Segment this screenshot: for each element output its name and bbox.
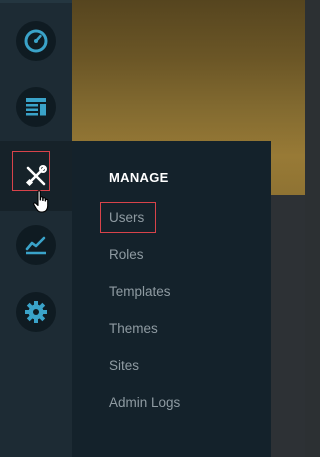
- hand-cursor-icon: [33, 190, 51, 219]
- manage-flyout-menu: MANAGE Users Roles Templates Themes Site…: [72, 141, 271, 457]
- menu-item-themes[interactable]: Themes: [109, 321, 158, 336]
- sidebar-item-settings[interactable]: [0, 277, 72, 347]
- gear-icon: [16, 292, 56, 332]
- menu-item-admin-logs[interactable]: Admin Logs: [109, 395, 180, 410]
- sidebar-item-analytics[interactable]: [0, 210, 72, 280]
- flyout-title: MANAGE: [109, 170, 169, 185]
- sidebar-item-content[interactable]: [0, 72, 72, 142]
- speedometer-icon: [16, 21, 56, 61]
- menu-item-sites[interactable]: Sites: [109, 358, 139, 373]
- rail-top-divider: [0, 0, 72, 3]
- newspaper-icon: [16, 87, 56, 127]
- menu-item-templates[interactable]: Templates: [109, 284, 171, 299]
- app-stage: MANAGE Users Roles Templates Themes Site…: [0, 0, 305, 457]
- menu-item-roles[interactable]: Roles: [109, 247, 144, 262]
- sidebar-item-dashboard[interactable]: [0, 6, 72, 76]
- active-item-highlight: [12, 151, 50, 191]
- chart-line-icon: [16, 225, 56, 265]
- menu-item-users[interactable]: Users: [109, 210, 144, 225]
- sidebar-rail: [0, 0, 72, 457]
